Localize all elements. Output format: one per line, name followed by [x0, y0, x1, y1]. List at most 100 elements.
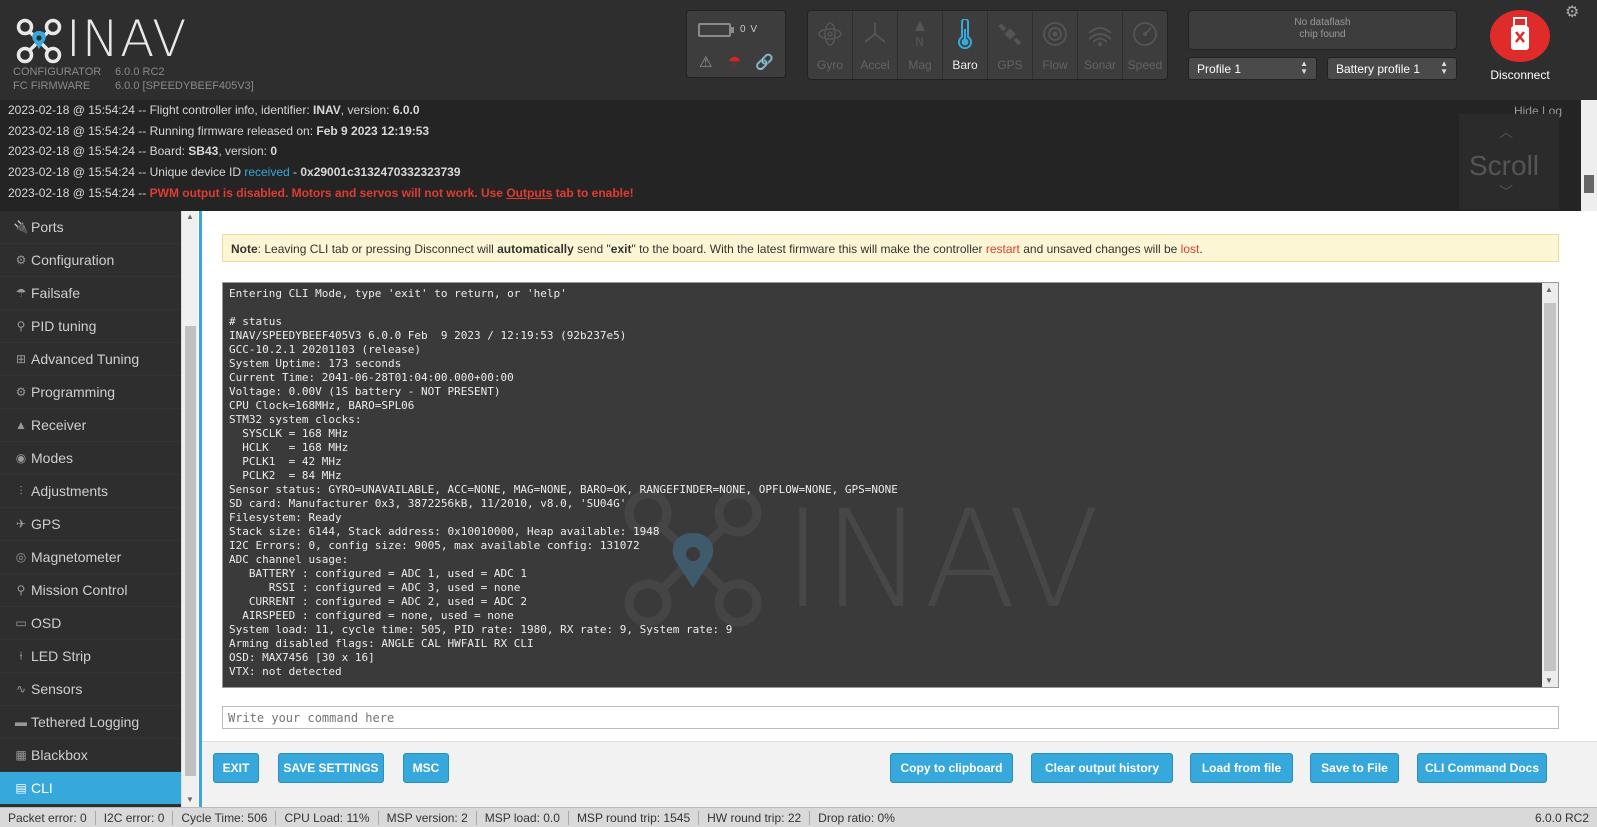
exit-button[interactable]: EXIT: [213, 753, 259, 783]
sensor-gps-label: GPS: [997, 58, 1023, 72]
sidebar-item-blackbox[interactable]: ▦ Blackbox: [0, 739, 181, 772]
cli-output-line: GCC-10.2.1 20201103 (release): [229, 343, 422, 356]
load-from-file-button[interactable]: Load from file: [1190, 753, 1293, 783]
cli-output-window[interactable]: INAV Entering CLI Mode, type 'exit' to r…: [222, 282, 1559, 688]
cli-note-banner: Note: Leaving CLI tab or pressing Discon…: [222, 234, 1559, 262]
sidebar-item-modes[interactable]: ◉ Modes: [0, 442, 181, 475]
battery-icon: [698, 23, 734, 37]
scroll-up-arrow-icon[interactable]: ▲: [1545, 285, 1553, 294]
cli-output-line: System load: 11, cycle time: 505, PID ra…: [229, 623, 733, 636]
cli-output-line: Sensor status: GYRO=UNAVAILABLE, ACC=NON…: [229, 483, 898, 496]
cli-output-line: [229, 301, 898, 315]
disconnect-label: Disconnect: [1490, 68, 1550, 82]
sidebar-item-sensors[interactable]: ∿ Sensors: [0, 673, 181, 706]
pulse-icon: ∿: [15, 682, 27, 696]
configurator-version: 6.0.0 RC2: [115, 66, 165, 78]
log-line: 2023-02-18 @ 15:54:24 -- Running firmwar…: [8, 124, 430, 138]
cli-output-scrollbar[interactable]: ▲ ▼: [1542, 283, 1558, 687]
compass-icon: ◎: [15, 550, 27, 564]
scroll-down-arrow-icon[interactable]: ▼: [186, 795, 194, 804]
gear-icon: ⚙: [15, 253, 27, 267]
sidebar-item-mission-control[interactable]: ⚲ Mission Control: [0, 574, 181, 607]
log-line: 2023-02-18 @ 15:54:24 -- Unique device I…: [8, 165, 461, 179]
dataflash-status: No dataflash chip found: [1188, 10, 1457, 50]
svg-text:N: N: [915, 35, 924, 49]
chevron-up-icon: ︿: [1499, 124, 1513, 140]
cli-output-line: INAV/SPEEDYBEEF405V3 6.0.0 Feb 9 2023 / …: [229, 329, 627, 342]
profile-select[interactable]: Profile 1 ▲ ▼: [1188, 57, 1317, 80]
sidebar-item-programming[interactable]: ⚙ Programming: [0, 376, 181, 409]
sensor-baro-label: Baro: [952, 58, 978, 72]
msp-load-stat: MSP load: 0.0: [477, 810, 569, 825]
scroll-label: Scroll: [1469, 150, 1540, 181]
select-arrows-icon: ▲ ▼: [1300, 59, 1308, 76]
cli-command-input[interactable]: [222, 706, 1559, 729]
cli-output-line: I2C Errors: 0, config size: 9005, max av…: [229, 539, 640, 552]
sidebar-item-magnetometer[interactable]: ◎ Magnetometer: [0, 541, 181, 574]
settings-gear-icon[interactable]: ⚙: [1565, 2, 1579, 22]
app-version: 6.0.0 RC2: [1534, 811, 1589, 825]
sidebar-item-ports[interactable]: 🔌 Ports: [0, 211, 181, 244]
cli-output-line: BATTERY : configured = ADC 1, used = ADC…: [229, 567, 528, 580]
sidebar-nav: 🔌 Ports ⚙ Configuration ☂ Failsafe ⚲ PID tun…: [0, 211, 181, 807]
battery-panel: 0 V ⚠ ☂ 🔗: [686, 10, 786, 78]
scroll-down-arrow-icon[interactable]: ▼: [1545, 676, 1553, 685]
sitemap-icon: ⚲: [16, 319, 26, 333]
sensor-gps: GPS: [988, 11, 1033, 79]
sidebar-scrollbar[interactable]: ▲ ▼: [181, 211, 198, 807]
sidebar-item-pid-tuning[interactable]: ⚲ PID tuning: [0, 310, 181, 343]
sensor-accel: Accel: [853, 11, 898, 79]
log-scroll-toggle[interactable]: ︿ Scroll ﹀: [1459, 114, 1559, 209]
sidebar-item-gps[interactable]: ✈ GPS: [0, 508, 181, 541]
configurator-version-row: CONFIGURATOR 6.0.0 RC2: [13, 66, 165, 78]
sensor-mag: N Mag: [898, 11, 943, 79]
sidebar-item-configuration[interactable]: ⚙ Configuration: [0, 244, 181, 277]
led-icon: ⍿: [19, 648, 23, 663]
copy-to-clipboard-button[interactable]: Copy to clipboard: [890, 753, 1013, 783]
top-header: INAV CONFIGURATOR 6.0.0 RC2 FC FIRMWARE 6.…: [0, 0, 1597, 100]
sidebar-item-cli[interactable]: ▤ CLI: [0, 772, 181, 805]
sensor-mag-label: Mag: [908, 58, 932, 72]
sensor-status-panel: Gyro Accel N Mag Baro GPS Flow Sonar Spe: [807, 10, 1168, 80]
profile-value: Profile 1: [1197, 62, 1242, 76]
cli-output-line: ADC channel usage:: [229, 553, 349, 566]
sidebar-item-receiver[interactable]: ▲ Receiver: [0, 409, 181, 442]
usb-disconnect-icon: [1511, 17, 1529, 50]
cli-output-line: STM32 system clocks:: [229, 413, 362, 426]
battery-profile-select[interactable]: Battery profile 1 ▲ ▼: [1327, 57, 1457, 80]
gps-icon: [998, 23, 1022, 46]
sidebar-item-osd[interactable]: ▭ OSD: [0, 607, 181, 640]
msc-button[interactable]: MSC: [403, 753, 449, 783]
cli-output-line: Filesystem: Ready: [229, 511, 342, 524]
cycle-time-stat: Cycle Time: 506: [173, 810, 277, 825]
sidebar-item-advanced-tuning[interactable]: ⊞ Advanced Tuning: [0, 343, 181, 376]
cli-output-line: PCLK2 = 84 MHz: [229, 469, 342, 482]
log-scrollbar[interactable]: [1581, 100, 1597, 211]
accel-icon: [864, 23, 886, 43]
save-to-file-button[interactable]: Save to File: [1310, 753, 1399, 783]
sidebar-item-led-strip[interactable]: ⍿ LED Strip: [0, 640, 181, 673]
drop-ratio-stat: Drop ratio: 0%: [818, 810, 895, 825]
disconnect-button[interactable]: [1490, 10, 1550, 62]
sidebar-item-tethered-logging[interactable]: ▬ Tethered Logging: [0, 706, 181, 739]
cli-command-docs-button[interactable]: CLI Command Docs: [1417, 753, 1547, 783]
sensor-sonar: Sonar: [1078, 11, 1123, 79]
sensor-sonar-label: Sonar: [1083, 58, 1117, 72]
sidebar-item-adjustments[interactable]: ⫶ Adjustments: [0, 475, 181, 508]
scroll-up-arrow-icon[interactable]: ▲: [186, 212, 194, 221]
clear-output-history-button[interactable]: Clear output history: [1031, 753, 1173, 783]
cli-output-line: RSSI : configured = ADC 3, used = none: [229, 581, 521, 594]
sonar-icon: [1088, 27, 1112, 46]
sensor-gyro-label: Gyro: [816, 58, 843, 72]
log-line: 2023-02-18 @ 15:54:24 -- PWM output is d…: [8, 186, 634, 200]
sensor-speed: Speed: [1123, 11, 1167, 79]
sidebar-item-failsafe[interactable]: ☂ Failsafe: [0, 277, 181, 310]
sensor-flow-label: Flow: [1042, 58, 1068, 72]
battery-profile-value: Battery profile 1: [1336, 62, 1421, 76]
i2c-error-stat: I2C error: 0: [96, 810, 174, 825]
save-settings-button[interactable]: SAVE SETTINGS: [278, 753, 384, 783]
terminal-icon: ▤: [15, 781, 27, 795]
cli-output-line: AIRSPEED : configured = none, used = non…: [229, 609, 514, 622]
outputs-tab-link[interactable]: Outputs: [506, 186, 552, 200]
status-bar: Packet error: 0 I2C error: 0 Cycle Time:…: [0, 807, 1597, 827]
